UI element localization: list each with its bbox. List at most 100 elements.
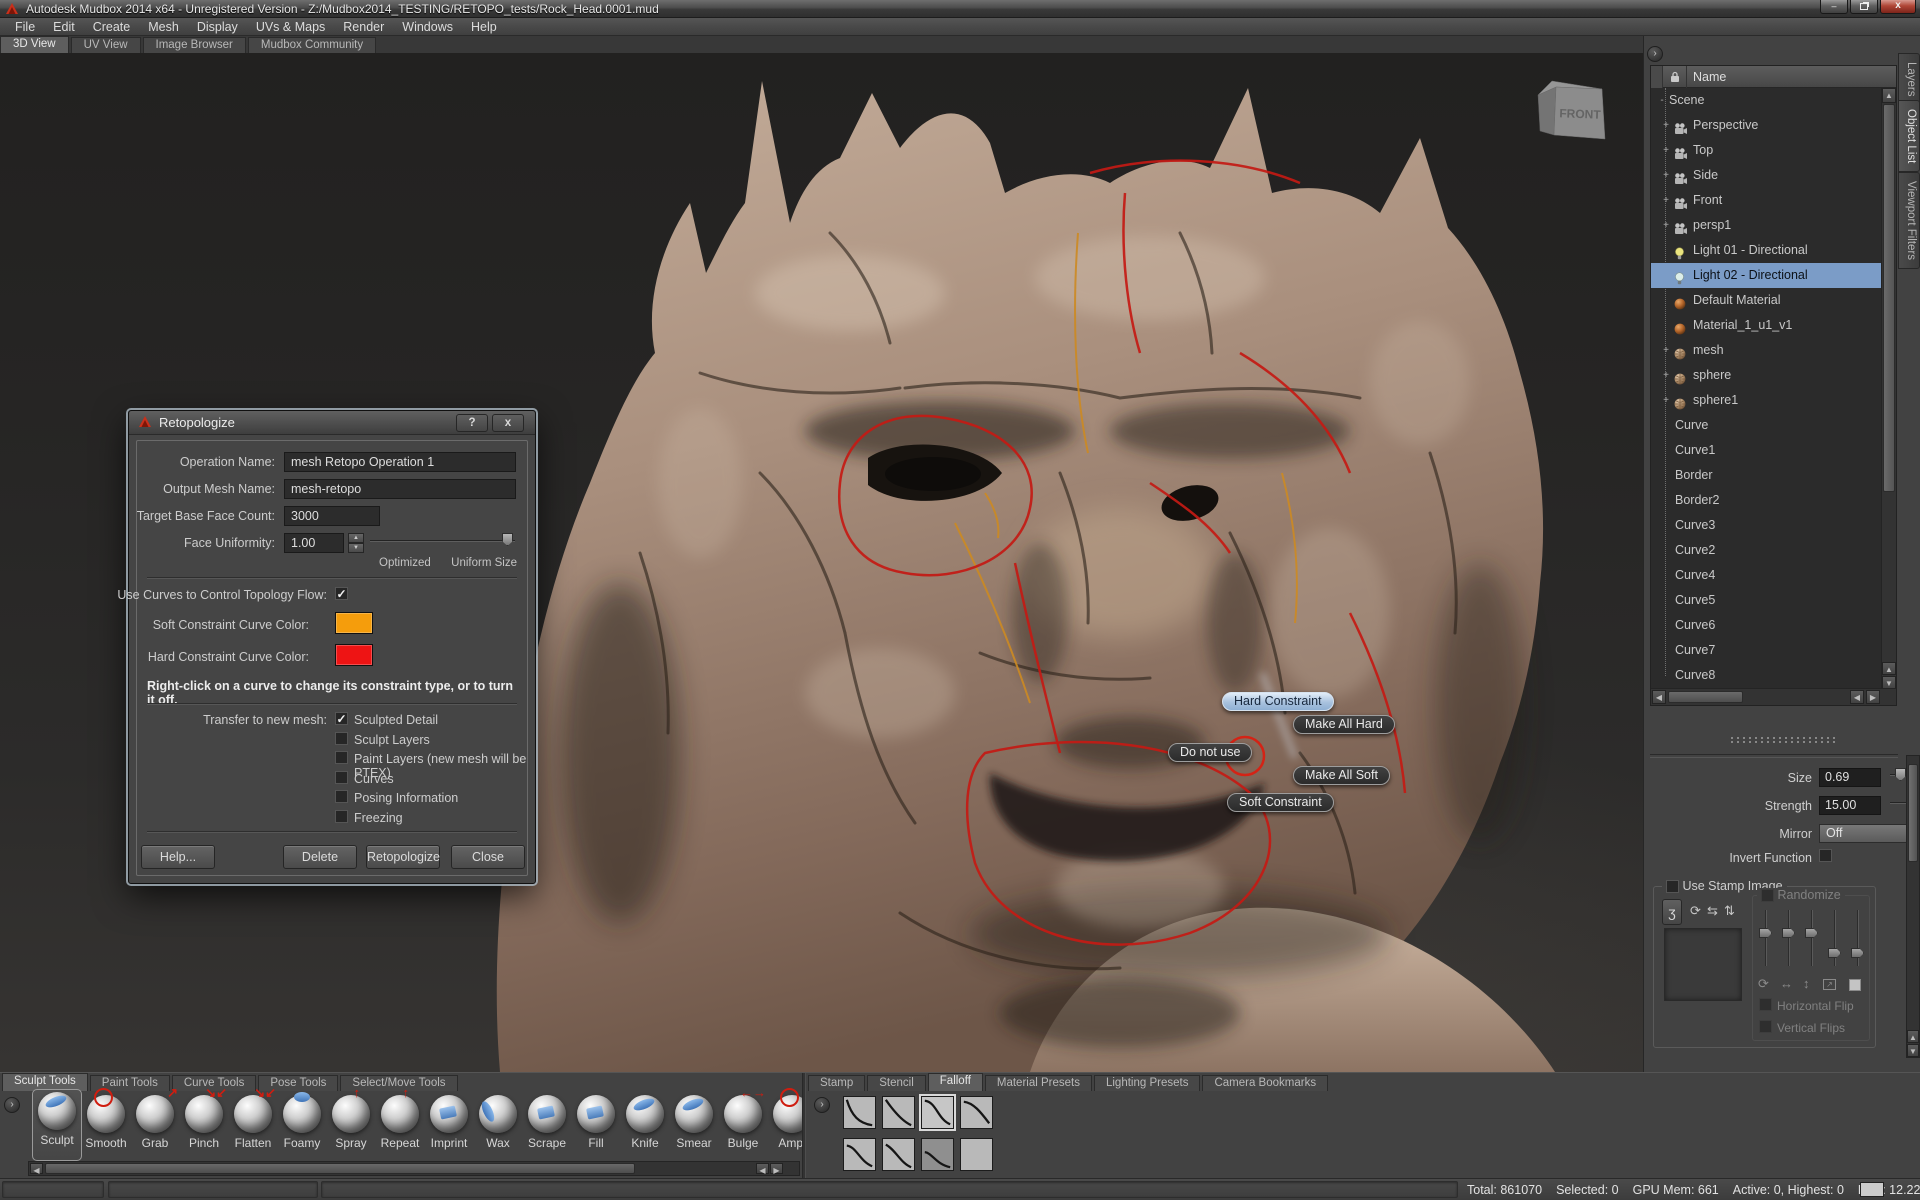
falloff-preset-s2[interactable] [882,1138,915,1171]
tab-uv-view[interactable]: UV View [71,37,141,53]
tree-item-material-1-u1-v1[interactable]: Material_1_u1_v1 [1651,313,1896,338]
randomize-slider[interactable] [1851,910,1865,966]
face-uniformity-input[interactable] [284,533,344,553]
dialog-button-retopologize[interactable]: Retopologize [366,845,440,869]
scroll-up-icon[interactable]: ▲ [1882,88,1896,103]
menu-item-render[interactable]: Render [334,19,393,35]
properties-scroll-thumb[interactable] [1908,764,1918,862]
panel-collapse-chevron-icon[interactable]: › [1647,46,1663,62]
close-button[interactable]: x [1880,0,1916,14]
scroll-up-icon[interactable]: ▲ [1907,1030,1919,1043]
tree-item-curve7[interactable]: Curve7 [1651,638,1896,663]
tree-item-default-material[interactable]: Default Material [1651,288,1896,313]
side-tab-object-list[interactable]: Object List [1898,100,1920,172]
minimize-button[interactable]: – [1820,0,1848,14]
tree-item-curve6[interactable]: Curve6 [1651,613,1896,638]
face-uniformity-spinner[interactable]: ▲▼ [348,533,364,553]
tree-item-scene[interactable]: -Scene [1651,88,1896,113]
side-tab-layers[interactable]: Layers [1898,53,1920,106]
rotate-icon[interactable]: ⟳ [1690,903,1701,919]
object-list-header[interactable]: Name [1651,66,1896,88]
tree-item-curve1[interactable]: Curve1 [1651,438,1896,463]
scroll-left-icon[interactable]: ◀ [756,1163,769,1174]
properties-scrollbar[interactable]: ▲ ▼ [1906,755,1920,1058]
tool-ampl[interactable]: Ampl [767,1093,802,1150]
falloff-preset-steep[interactable] [843,1096,876,1129]
tool-fill[interactable]: Fill [571,1093,621,1150]
transfer-checkbox-freezing[interactable] [335,810,348,823]
menu-item-uvs-maps[interactable]: UVs & Maps [247,19,334,35]
tree-item-border2[interactable]: Border2 [1651,488,1896,513]
transfer-checkbox-paint-layers-new-mesh-will-be-ptex[interactable] [335,751,348,764]
stamp-curve-button[interactable]: ʒ [1662,899,1682,925]
scroll-up-icon[interactable]: ▲ [1882,662,1896,675]
tree-item-curve4[interactable]: Curve4 [1651,563,1896,588]
marking-menu-soft-constraint[interactable]: Soft Constraint [1227,793,1334,812]
tool-spray[interactable]: ↑Spray [326,1093,376,1150]
invert-function-checkbox[interactable] [1819,849,1832,862]
menu-item-file[interactable]: File [6,19,44,35]
mirror-dropdown[interactable]: Off ▼ [1819,824,1920,843]
tree-item-perspective[interactable]: +Perspective [1651,113,1896,138]
tree-item-curve8[interactable]: Curve8 [1651,663,1896,688]
tools-scroll-thumb[interactable] [45,1163,635,1174]
dialog-button-close[interactable]: Close [451,845,525,869]
flip-horizontal-icon[interactable]: ⇆ [1707,903,1718,919]
tool-smooth[interactable]: Smooth [81,1093,131,1150]
tree-expander-icon[interactable]: - [1657,88,1667,113]
tab-stamp[interactable]: Stamp [808,1075,865,1091]
face-uniformity-slider[interactable] [370,533,515,549]
tool-sculpt[interactable]: Sculpt [32,1089,82,1161]
tab-image-browser[interactable]: Image Browser [143,37,246,53]
tree-item-curve2[interactable]: Curve2 [1651,538,1896,563]
marking-menu-make-all-soft[interactable]: Make All Soft [1293,766,1390,785]
tool-pinch[interactable]: ↘↙Pinch [179,1093,229,1150]
operation-name-input[interactable] [284,452,516,472]
tab-falloff[interactable]: Falloff [928,1073,983,1091]
tree-expander-icon[interactable]: + [1661,338,1671,363]
presets-chevron-icon[interactable]: › [814,1097,830,1113]
marking-menu-make-all-hard[interactable]: Make All Hard [1293,715,1395,734]
tab-material-presets[interactable]: Material Presets [985,1075,1092,1091]
scroll-left-icon[interactable]: ◀ [1850,690,1864,704]
soft-constraint-color-swatch[interactable] [335,612,373,634]
dialog-title-bar[interactable]: Retopologize ? x [129,411,535,435]
tool-smear[interactable]: Smear [669,1093,719,1150]
falloff-preset-plateau[interactable] [843,1138,876,1171]
horizontal-flip-checkbox[interactable] [1759,998,1772,1011]
tab-lighting-presets[interactable]: Lighting Presets [1094,1075,1200,1091]
tree-item-mesh[interactable]: +mesh [1651,338,1896,363]
tree-expander-icon[interactable]: + [1661,138,1671,163]
use-stamp-image-checkbox[interactable] [1666,880,1679,893]
falloff-preset-smooth[interactable] [921,1096,954,1129]
scroll-down-icon[interactable]: ▼ [1907,1044,1919,1057]
output-mesh-name-input[interactable] [284,479,516,499]
target-face-count-input[interactable] [284,506,380,526]
tree-expander-icon[interactable]: + [1661,163,1671,188]
transfer-checkbox-posing-information[interactable] [335,790,348,803]
menu-item-display[interactable]: Display [188,19,247,35]
side-tab-viewport-filters[interactable]: Viewport Filters [1898,172,1920,269]
tree-item-top[interactable]: +Top [1651,138,1896,163]
marking-menu-do-not-use[interactable]: Do not use [1168,743,1252,762]
tool-grab[interactable]: ↗Grab [130,1093,180,1150]
dialog-help-button[interactable]: ? [456,414,488,432]
tool-imprint[interactable]: Imprint [424,1093,474,1150]
vertical-flip-checkbox[interactable] [1759,1020,1772,1033]
scroll-right-icon[interactable]: ▶ [770,1163,783,1174]
arrow-horizontal-icon[interactable]: ↔ [1780,976,1793,991]
tree-item-border[interactable]: Border [1651,463,1896,488]
falloff-preset-concave[interactable] [882,1096,915,1129]
menu-item-create[interactable]: Create [84,19,140,35]
splitter-grip[interactable] [1729,736,1839,744]
tree-item-light-01-directional[interactable]: Light 01 - Directional [1651,238,1896,263]
tab-mudbox-community[interactable]: Mudbox Community [248,37,376,53]
stamp-preview[interactable] [1664,928,1742,1001]
size-slider-thumb[interactable] [1895,768,1906,781]
tree-item-side[interactable]: +Side [1651,163,1896,188]
menu-item-windows[interactable]: Windows [393,19,462,35]
tree-item-light-02-directional[interactable]: Light 02 - Directional [1651,263,1896,288]
tree-item-curve3[interactable]: Curve3 [1651,513,1896,538]
tree-expander-icon[interactable]: + [1661,388,1671,413]
tool-bulge[interactable]: ←→Bulge [718,1093,768,1150]
